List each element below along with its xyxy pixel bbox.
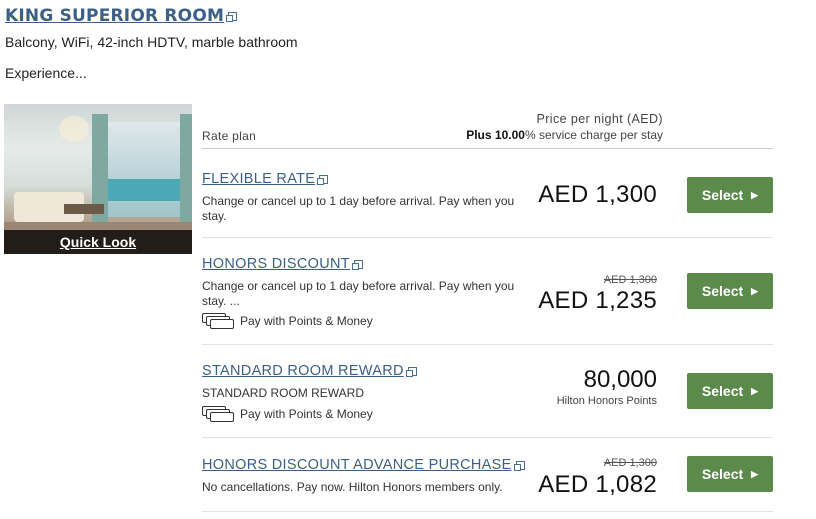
original-price: AED 1,300 [603, 274, 657, 286]
rate-description: Change or cancel up to 1 day before arri… [202, 194, 515, 223]
caret-right-icon: ▶ [751, 385, 759, 396]
rate-row-honors-discount: HONORS DISCOUNT Change or cancel up to 1… [202, 238, 773, 345]
rate-row-standard-reward: STANDARD ROOM REWARD STANDARD ROOM REWAR… [202, 345, 773, 438]
external-link-icon [226, 11, 238, 22]
rate-name[interactable]: HONORS DISCOUNT ADVANCE PURCHASE [202, 457, 512, 473]
select-label: Select [701, 283, 744, 299]
points-money-icon [202, 406, 234, 422]
points-money-option: Pay with Points & Money [202, 406, 373, 422]
points-money-option: Pay with Points & Money [202, 313, 373, 329]
rate-description: Change or cancel up to 1 day before arri… [202, 279, 515, 308]
room-description: Balcony, WiFi, 42-inch HDTV, marble bath… [5, 34, 298, 50]
price-per-night-label: Price per night (AED) [536, 112, 663, 126]
points-money-icon [202, 313, 234, 329]
row-divider [202, 511, 773, 512]
select-button[interactable]: Select ▶ [687, 456, 773, 492]
select-label: Select [701, 466, 744, 482]
coffee-table [64, 204, 104, 214]
rate-price: AED 1,082 [538, 471, 657, 498]
select-button[interactable]: Select ▶ [687, 373, 773, 409]
service-charge-note: Plus 10.00% service charge per stay [466, 128, 663, 142]
rate-row-flexible: FLEXIBLE RATE Change or cancel up to 1 d… [202, 149, 773, 238]
service-charge-text: % service charge per stay [524, 128, 663, 142]
select-button[interactable]: Select ▶ [687, 273, 773, 309]
room-title[interactable]: KING SUPERIOR ROOM [5, 6, 224, 26]
points-value: 80,000 [583, 366, 657, 393]
rate-name-link[interactable]: STANDARD ROOM REWARD [202, 363, 417, 379]
service-charge-percent: Plus 10.00 [466, 128, 525, 142]
external-link-icon [513, 460, 525, 471]
rate-name-link[interactable]: FLEXIBLE RATE [202, 171, 329, 187]
chandelier [59, 116, 89, 142]
curtain [180, 114, 192, 224]
sea-view [104, 179, 184, 201]
rate-name[interactable]: STANDARD ROOM REWARD [202, 363, 404, 379]
rate-name-link[interactable]: HONORS DISCOUNT ADVANCE PURCHASE [202, 457, 525, 473]
select-label: Select [701, 383, 744, 399]
rate-price: AED 1,300 [538, 181, 657, 208]
points-money-label: Pay with Points & Money [240, 406, 373, 421]
room-experience: Experience... [5, 65, 87, 81]
rate-description: STANDARD ROOM REWARD [202, 386, 364, 400]
points-money-label: Pay with Points & Money [240, 313, 373, 328]
quick-look-button[interactable]: Quick Look [4, 230, 192, 254]
original-price: AED 1,300 [603, 457, 657, 469]
rate-description: No cancellations. Pay now. Hilton Honors… [202, 480, 503, 494]
price-header: Price per night (AED) Plus 10.00% servic… [466, 112, 663, 142]
external-link-icon [351, 259, 363, 270]
rate-name[interactable]: FLEXIBLE RATE [202, 171, 315, 187]
rate-row-advance-purchase: HONORS DISCOUNT ADVANCE PURCHASE No canc… [202, 438, 773, 512]
rate-name-link[interactable]: HONORS DISCOUNT [202, 256, 363, 272]
caret-right-icon: ▶ [751, 189, 759, 200]
rate-name[interactable]: HONORS DISCOUNT [202, 256, 350, 272]
caret-right-icon: ▶ [751, 468, 759, 479]
external-link-icon [317, 174, 329, 185]
points-label: Hilton Honors Points [556, 395, 657, 407]
rate-plan-header: Rate plan [202, 129, 257, 143]
select-button[interactable]: Select ▶ [687, 177, 773, 213]
rate-price: AED 1,235 [538, 287, 657, 314]
room-photo[interactable]: Quick Look [4, 104, 192, 254]
caret-right-icon: ▶ [751, 285, 759, 296]
external-link-icon [405, 366, 417, 377]
room-title-link[interactable]: KING SUPERIOR ROOM [5, 6, 238, 26]
select-label: Select [701, 187, 744, 203]
window-view [104, 122, 184, 217]
